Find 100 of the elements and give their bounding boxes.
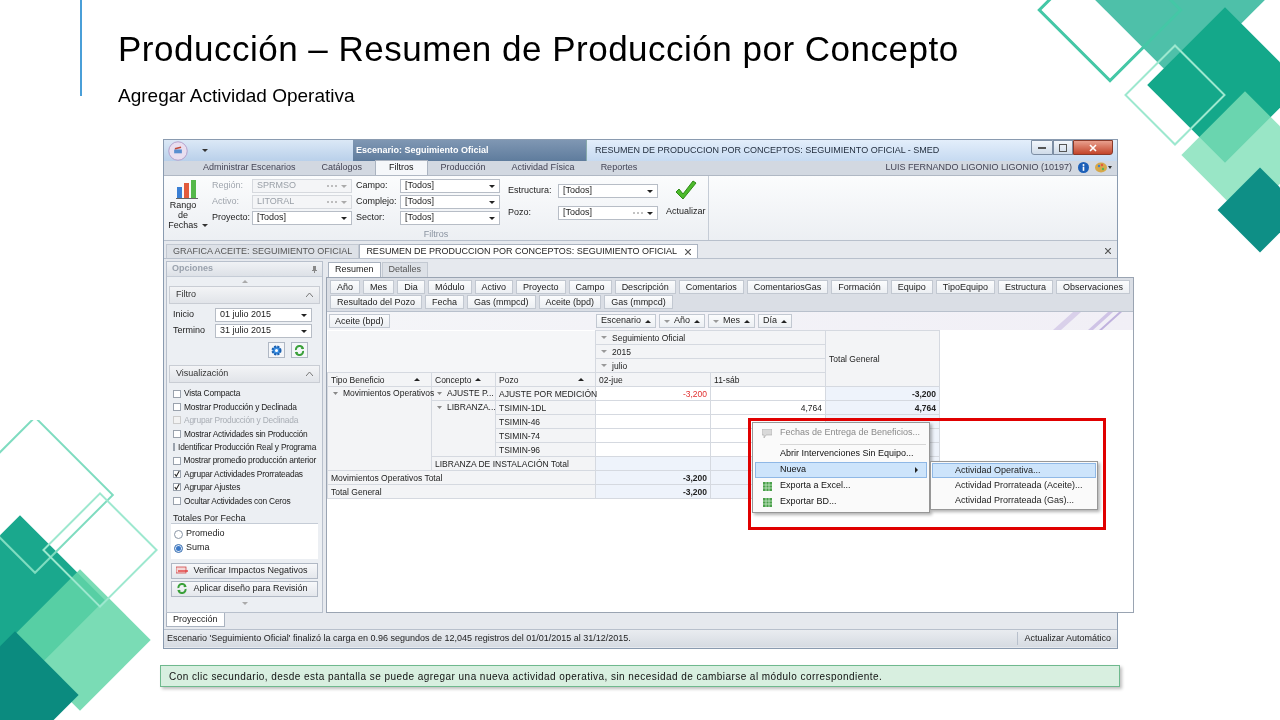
- menu-item[interactable]: Actividad Operativa...: [932, 463, 1096, 478]
- ribbon-tab[interactable]: Reportes: [587, 160, 651, 175]
- field-button[interactable]: Descripción: [614, 280, 676, 294]
- dropdown-field[interactable]: [Todos]: [400, 195, 500, 209]
- bottom-tab[interactable]: Proyección: [166, 613, 225, 627]
- checkbox[interactable]: Vista Compacta: [173, 387, 316, 401]
- collapse-icon[interactable]: [437, 404, 442, 410]
- ribbon-tab[interactable]: Actividad Física: [498, 160, 588, 175]
- dropdown-field[interactable]: [Todos]: [558, 184, 658, 198]
- field-button[interactable]: Formación: [831, 280, 888, 294]
- section-header[interactable]: Visualización: [169, 365, 320, 383]
- field-button[interactable]: Observaciones: [1056, 280, 1130, 294]
- menu-item[interactable]: Abrir Intervenciones Sin Equipo...: [755, 441, 927, 462]
- field-button[interactable]: Resultado del Pozo: [330, 295, 423, 309]
- row-header: Movimientos Operativos: [343, 387, 435, 399]
- menu-item[interactable]: Actividad Prorrateada (Gas)...: [932, 493, 1096, 508]
- field-button[interactable]: Gas (mmpcd): [467, 295, 536, 309]
- view-tab[interactable]: Resumen: [328, 262, 381, 277]
- user-name: LUIS FERNANDO LIGONIO LIGONIO (10197): [885, 160, 1072, 174]
- close-icon: [1089, 143, 1097, 152]
- section-header[interactable]: Filtro: [169, 286, 320, 304]
- radio-button[interactable]: Promedio: [174, 528, 315, 540]
- field-button[interactable]: ComentariosGas: [746, 280, 829, 294]
- ribbon-tab[interactable]: Producción: [427, 160, 499, 175]
- close-button[interactable]: [1073, 140, 1113, 155]
- refresh-icon: [294, 344, 305, 356]
- restore-button[interactable]: [1053, 140, 1073, 155]
- menu-item[interactable]: Nueva: [755, 462, 927, 478]
- gear-icon: [271, 344, 282, 356]
- close-icon[interactable]: [1105, 248, 1111, 254]
- dropdown-field[interactable]: [Todos]: [400, 179, 500, 193]
- document-tab[interactable]: RESUMEN DE PRODUCCION POR CONCEPTOS: SEGUIMIENTO OFICIAL: [359, 244, 699, 258]
- sort-icon: [414, 378, 420, 381]
- status-toggle[interactable]: Actualizar Automático: [1017, 631, 1117, 646]
- field-button[interactable]: Mes: [708, 314, 756, 328]
- field-button[interactable]: Estructura: [997, 280, 1053, 294]
- field-label: Complejo:: [356, 195, 398, 209]
- info-icon[interactable]: [1078, 162, 1089, 173]
- ribbon-tab[interactable]: Filtros: [375, 160, 428, 175]
- action-button[interactable]: Verificar Impactos Negativos: [171, 562, 318, 579]
- checkbox[interactable]: Ocultar Actividades con Ceros: [173, 494, 316, 508]
- field-button[interactable]: Comentarios: [678, 280, 744, 294]
- minimize-icon: [1038, 146, 1046, 149]
- field-button[interactable]: Campo: [568, 280, 612, 294]
- field-button[interactable]: Mes: [363, 280, 395, 294]
- dropdown-field[interactable]: [Todos]: [252, 211, 352, 225]
- field-button[interactable]: Aceite (bpd): [538, 295, 602, 309]
- row-header: AJUSTE P...: [447, 387, 494, 399]
- pin-icon[interactable]: [312, 265, 317, 273]
- dropdown-field[interactable]: [Todos]: [558, 206, 658, 220]
- palette-icon[interactable]: [1095, 162, 1113, 173]
- view-tab[interactable]: Detalles: [381, 262, 429, 277]
- field-button[interactable]: Activo: [474, 280, 514, 294]
- field-button[interactable]: Aceite (bpd): [329, 313, 390, 328]
- field-button[interactable]: Fecha: [425, 295, 465, 309]
- dropdown-field[interactable]: 01 julio 2015: [215, 308, 312, 322]
- field-button[interactable]: Módulo: [428, 280, 472, 294]
- field-label: Campo:: [356, 179, 389, 193]
- app-menu-icon[interactable]: [168, 140, 188, 161]
- field-button[interactable]: Escenario: [596, 314, 657, 328]
- menu-item[interactable]: Actividad Prorrateada (Aceite)...: [932, 478, 1096, 493]
- minimize-button[interactable]: [1031, 140, 1053, 155]
- collapse-icon[interactable]: [333, 390, 338, 396]
- action-button[interactable]: Aplicar diseño para Revisión: [171, 580, 318, 597]
- refresh-button[interactable]: [291, 342, 308, 358]
- field-button[interactable]: Proyecto: [516, 280, 566, 294]
- dropdown-field[interactable]: 31 julio 2015: [215, 324, 312, 338]
- collapse-icon[interactable]: [437, 390, 442, 396]
- dropdown-arrow-icon: [341, 200, 347, 204]
- checkbox[interactable]: Agrupar Actividades Prorrateadas: [173, 467, 316, 481]
- field-label: Sector:: [356, 211, 386, 225]
- checkbox[interactable]: Mostrar Producción y Declinada: [173, 400, 316, 414]
- ribbon-tab[interactable]: Administrar Escenarios: [190, 160, 309, 175]
- field-button[interactable]: Equipo: [890, 280, 933, 294]
- menu-item[interactable]: Exporta a Excel...: [755, 478, 927, 494]
- checkbox[interactable]: Identificar Producción Real y Programa: [173, 440, 316, 454]
- checkbox[interactable]: Mostrar Actividades sin Producción: [173, 427, 316, 441]
- date-range-button[interactable]: Rango de Fechas: [166, 179, 208, 230]
- field-label: Termino: [173, 324, 206, 338]
- settings-button[interactable]: [268, 342, 285, 358]
- dropdown-field[interactable]: [Todos]: [400, 211, 500, 225]
- close-icon[interactable]: [685, 248, 692, 255]
- checkbox[interactable]: Agrupar Ajustes: [173, 480, 316, 495]
- radio-button[interactable]: Suma: [174, 542, 315, 554]
- ribbon-tab[interactable]: Catálogos: [308, 160, 376, 175]
- scroll-down-icon: [241, 601, 248, 605]
- field-button[interactable]: Año: [330, 280, 360, 294]
- field-label: Activo:: [212, 195, 240, 209]
- document-tab[interactable]: GRAFICA ACEITE: SEGUIMIENTO OFICIAL: [166, 244, 360, 258]
- field-button[interactable]: Gas (mmpcd): [604, 295, 673, 309]
- menu-item[interactable]: Exportar BD...: [755, 494, 927, 510]
- update-button[interactable]: Actualizar: [664, 179, 708, 219]
- slide-subtitle: Agregar Actividad Operativa: [118, 84, 356, 108]
- column-header: Total General: [825, 330, 940, 387]
- field-button[interactable]: Año: [659, 314, 706, 328]
- field-button[interactable]: TipoEquipo: [935, 280, 995, 294]
- dropdown-arrow-icon: [489, 184, 495, 188]
- field-button[interactable]: Día: [758, 314, 793, 328]
- field-button[interactable]: Dia: [397, 280, 426, 294]
- checkbox[interactable]: Mostrar promedio producción anterior: [173, 453, 316, 468]
